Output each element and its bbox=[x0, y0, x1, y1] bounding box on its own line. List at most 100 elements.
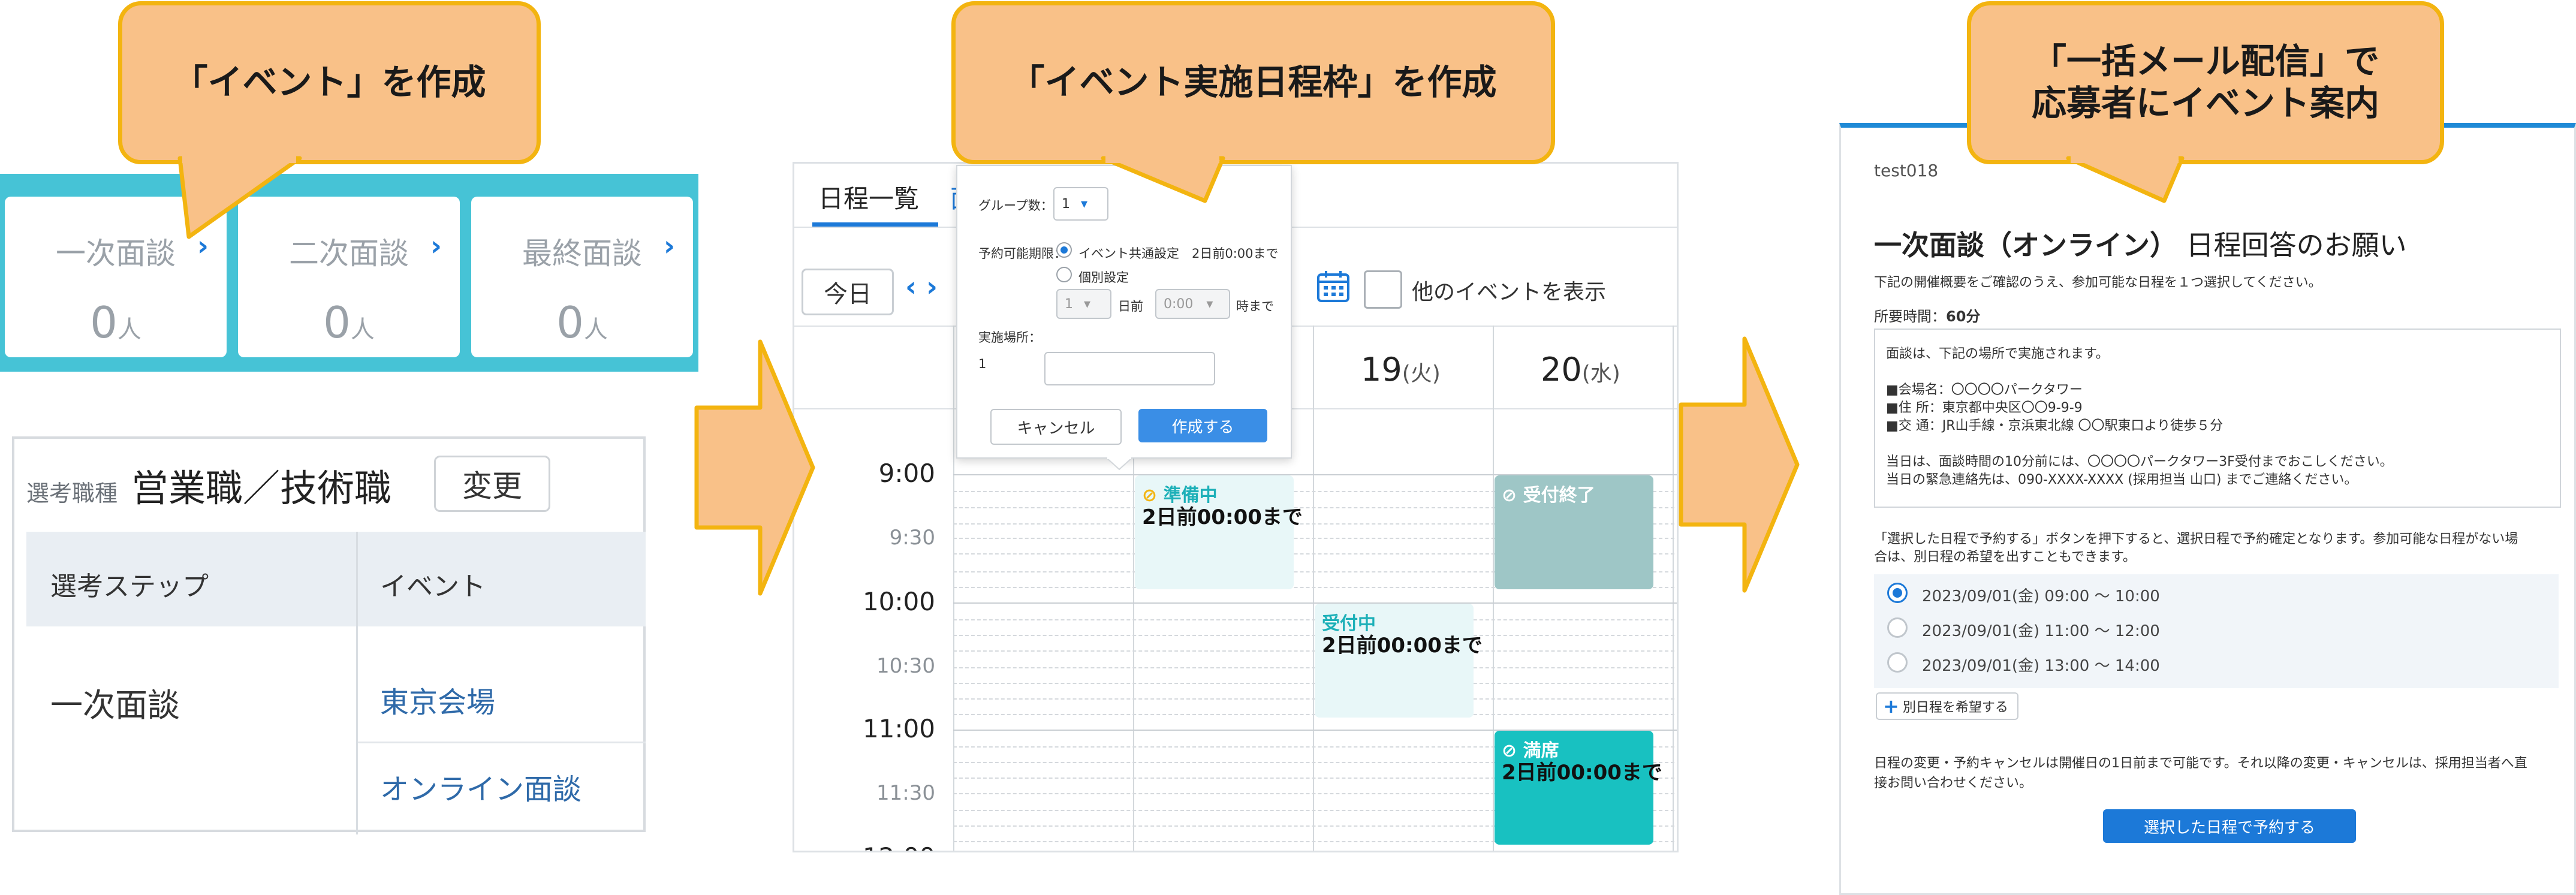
email-panel: test018 一次面談（オンライン） 日程回答のお願い 下記の開催概要をご確認… bbox=[1839, 123, 2576, 895]
place-index: 1 bbox=[978, 357, 987, 371]
date-option-radio[interactable] bbox=[1887, 617, 1908, 638]
venue-line: 当日は、面談時間の10分前には、〇〇〇〇パークタワー3F受付までおこしください。 bbox=[1886, 454, 2393, 469]
today-button[interactable]: 今日 bbox=[802, 269, 894, 315]
slot-create-popup: グループ数： 1 ▾ 予約可能期限： イベント共通設定 2日前0:00まで 個別設… bbox=[956, 165, 1292, 459]
selection-panel: 選考職種 営業職／技術職 変更 選考ステップ イベント 一次面談 東京会場 オン… bbox=[12, 436, 646, 834]
event-deadline: 2日前00:00まで bbox=[1322, 634, 1483, 658]
time-label: 10:30 bbox=[876, 654, 935, 678]
ban-icon: ⊘ bbox=[1502, 485, 1517, 506]
date-option-radio[interactable] bbox=[1887, 652, 1908, 673]
chevron-right-icon: › bbox=[664, 230, 675, 262]
calendar-icon[interactable] bbox=[1316, 269, 1351, 303]
event-slot[interactable]: ⊘ 受付終了 bbox=[1495, 475, 1653, 589]
time-select[interactable]: 0:00 ▾ bbox=[1155, 289, 1230, 319]
venue-info-box: 面談は、下記の場所で実施されます。 ■会場名：〇〇〇〇パークタワー ■住 所：東… bbox=[1874, 329, 2561, 508]
event-slot[interactable]: 受付中 2日前00:00まで bbox=[1315, 604, 1483, 718]
callout-bulk-mail-line1: 「一括メール配信」で bbox=[2031, 41, 2379, 82]
chevron-down-icon: ▾ bbox=[1081, 196, 1088, 212]
grid-column-line bbox=[1313, 326, 1314, 851]
stage-strip: 一次面談 › 0人 二次面談 › 0人 最終面談 › 0人 bbox=[0, 174, 698, 372]
stage-count: 0人 bbox=[556, 297, 608, 348]
cancel-button[interactable]: キャンセル bbox=[990, 409, 1122, 445]
group-count-label: グループ数： bbox=[978, 198, 1053, 213]
grid-column-line bbox=[1673, 326, 1674, 851]
chevron-down-icon: ▾ bbox=[1206, 296, 1213, 312]
selection-role: 営業職／技術職 bbox=[131, 466, 392, 510]
callout-bulk-mail-line2: 応募者にイベント案内 bbox=[2031, 83, 2379, 123]
event-link[interactable]: オンライン面談 bbox=[380, 766, 582, 807]
change-button[interactable]: 変更 bbox=[434, 456, 550, 512]
step-name: 一次面談 bbox=[50, 686, 180, 724]
date-option-label: 2023/09/01(金) 13:00 ～ 14:00 bbox=[1922, 657, 2160, 675]
reservation-note: 合は、別日程の希望を出すこともできます。 bbox=[1874, 550, 2136, 565]
callout-bulk-mail: 「一括メール配信」で 応募者にイベント案内 bbox=[1967, 1, 2444, 164]
days-select[interactable]: 1 ▾ bbox=[1056, 289, 1111, 319]
venue-line: ■会場名：〇〇〇〇パークタワー bbox=[1886, 382, 2083, 397]
time-unit: 時まで bbox=[1236, 299, 1274, 314]
event-status: ⊘ 受付終了 bbox=[1502, 485, 1595, 506]
date-option-label: 2023/09/01(金) 09:00 ～ 10:00 bbox=[1922, 587, 2160, 605]
event-link[interactable]: 東京会場 bbox=[380, 679, 495, 721]
show-other-events-checkbox[interactable] bbox=[1364, 270, 1402, 309]
grid-column-line bbox=[953, 326, 954, 851]
stage-title: 最終面談 bbox=[522, 236, 642, 271]
tab-schedule-list[interactable]: 日程一覧 bbox=[818, 179, 919, 215]
place-input[interactable] bbox=[1044, 352, 1215, 385]
date-option-label: 2023/09/01(金) 11:00 ～ 12:00 bbox=[1922, 622, 2160, 640]
grid-column-line bbox=[1493, 326, 1494, 851]
flow-arrow-1 bbox=[694, 339, 815, 596]
cancel-policy: 日程の変更・予約キャンセルは開催日の1日前まで可能です。それ以降の変更・キャンセ… bbox=[1874, 756, 2527, 771]
hour-line bbox=[953, 602, 1677, 604]
day-header: 19(火) bbox=[1361, 351, 1441, 388]
days-unit: 日前 bbox=[1118, 299, 1143, 314]
reserve-button[interactable]: 選択した日程で予約する bbox=[2103, 809, 2356, 843]
test-tag: test018 bbox=[1874, 161, 1939, 180]
callout-create-event: 「イベント」を作成 bbox=[118, 1, 541, 164]
duration: 所要時間：60分 bbox=[1874, 308, 1981, 325]
create-button[interactable]: 作成する bbox=[1138, 409, 1267, 442]
stage-card[interactable]: 最終面談 › 0人 bbox=[471, 197, 693, 357]
request-other-date-button[interactable]: + 別日程を希望する bbox=[1876, 692, 2018, 720]
plus-icon: + bbox=[1883, 695, 1899, 718]
row-divider bbox=[358, 742, 646, 743]
date-option-radio[interactable] bbox=[1887, 583, 1908, 603]
popup-pointer bbox=[1106, 457, 1132, 471]
event-slot[interactable]: ⊘ 満席 2日前00:00まで bbox=[1495, 731, 1662, 845]
cancel-policy: 接お問い合わせください。 bbox=[1874, 776, 2033, 791]
selection-table-header: 選考ステップ イベント bbox=[26, 532, 646, 626]
venue-line: 面談は、下記の場所で実施されます。 bbox=[1886, 346, 2109, 361]
callout-bulk-mail-tail bbox=[2066, 156, 2185, 203]
time-label: 12:00 bbox=[794, 842, 935, 851]
email-title: 一次面談（オンライン） 日程回答のお願い bbox=[1874, 229, 2407, 261]
prev-arrow-icon[interactable]: ‹ bbox=[905, 270, 917, 303]
callout-create-slots: 「イベント実施日程枠」を作成 bbox=[951, 1, 1555, 164]
stage-count: 0人 bbox=[90, 297, 141, 348]
callout-create-slots-text: 「イベント実施日程枠」を作成 bbox=[1010, 62, 1497, 103]
time-label: 11:30 bbox=[876, 781, 935, 805]
reservation-note: 「選択した日程で予約する」ボタンを押下すると、選択日程で予約確定となります。参加… bbox=[1874, 532, 2518, 547]
col-event-header: イベント bbox=[380, 571, 486, 602]
venue-line: 当日の緊急連絡先は、090-XXXX-XXXX (採用担当 山口) までご連絡く… bbox=[1886, 472, 2358, 487]
day-header: 20(水) bbox=[1541, 351, 1620, 388]
col-step-header: 選考ステップ bbox=[50, 571, 209, 602]
show-other-events-label: 他のイベントを表示 bbox=[1412, 280, 1607, 305]
event-deadline: 2日前00:00まで bbox=[1502, 761, 1662, 785]
time-label: 11:00 bbox=[862, 714, 935, 743]
venue-line: ■交 通：JR山手線・京浜東北線 〇〇駅東口より徒歩５分 bbox=[1886, 418, 2224, 433]
selection-label: 選考職種 bbox=[26, 480, 118, 507]
column-divider bbox=[356, 532, 358, 834]
callout-create-slots-tail bbox=[1101, 156, 1225, 203]
event-slot[interactable]: ⊘ 準備中 2日前00:00まで bbox=[1135, 475, 1303, 589]
next-arrow-icon[interactable]: › bbox=[926, 270, 938, 303]
chevron-right-icon: › bbox=[430, 230, 442, 262]
individual-setting-radio[interactable] bbox=[1056, 267, 1072, 282]
period-label: 予約可能期限： bbox=[978, 246, 1066, 261]
common-setting-radio[interactable] bbox=[1056, 242, 1072, 258]
venue-line: ■住 所：東京都中央区〇〇9-9-9 bbox=[1886, 400, 2083, 415]
place-label: 実施場所： bbox=[978, 330, 1041, 345]
individual-setting-label: 個別設定 bbox=[1078, 270, 1129, 285]
callout-create-event-tail bbox=[177, 156, 302, 239]
stage-count: 0人 bbox=[323, 297, 375, 348]
email-intro: 下記の開催概要をご確認のうえ、参加可能な日程を１つ選択してください。 bbox=[1874, 275, 2322, 290]
event-deadline: 2日前00:00まで bbox=[1142, 505, 1303, 529]
